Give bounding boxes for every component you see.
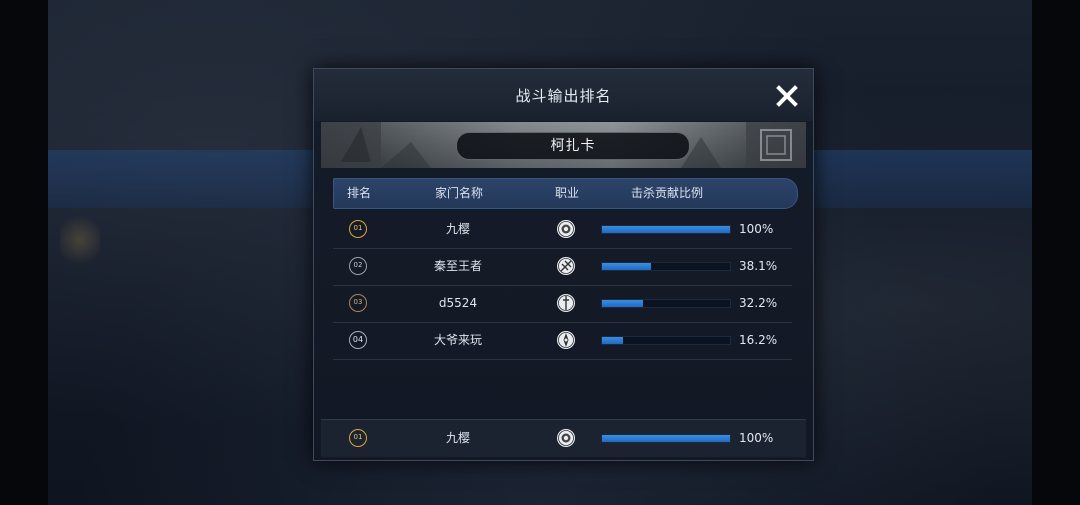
sword-emblem-icon: [557, 294, 575, 312]
contribution-bar-fill: [602, 300, 644, 307]
header-class: 职业: [554, 186, 579, 200]
battle-ranking-dialog: 战斗输出排名 柯扎卡 排名 家门名称 职业 击杀贡献比例 01 九樱 100% …: [313, 68, 814, 461]
contribution-bar: [601, 299, 731, 308]
header-family-name: 家门名称: [434, 186, 483, 200]
rank-badge: 01: [349, 220, 367, 238]
contribution-percent: 100%: [739, 431, 774, 445]
contribution-percent: 100%: [739, 222, 774, 236]
table-row: 03 d5524 32.2%: [333, 285, 792, 323]
rank-badge: 04: [349, 331, 367, 349]
contribution-bar: [601, 336, 731, 345]
right-letterbox: [1032, 0, 1080, 505]
contribution-percent: 32.2%: [739, 296, 778, 310]
contribution-bar-fill: [602, 226, 730, 233]
dialog-title-bar: 战斗输出排名: [314, 69, 813, 121]
contribution-percent: 16.2%: [739, 333, 778, 347]
family-name: d5524: [438, 296, 478, 310]
rank-badge: 02: [349, 257, 367, 275]
boss-name-label: 柯扎卡: [456, 132, 690, 160]
table-row: 02 秦至王者 38.1%: [333, 248, 792, 286]
contribution-bar: [601, 434, 731, 443]
family-name: 秦至王者: [433, 259, 482, 273]
compass-emblem-icon: [557, 331, 575, 349]
family-name: 九樱: [445, 431, 470, 445]
my-ranking-footer: 01 九樱 100%: [321, 419, 806, 457]
left-letterbox: [0, 0, 48, 505]
close-button[interactable]: [773, 82, 801, 110]
boss-banner: 柯扎卡: [321, 122, 806, 168]
table-row: 01 九樱 100%: [333, 211, 792, 249]
close-icon: [776, 85, 798, 107]
header-kill-contribution: 击杀贡献比例: [630, 186, 703, 200]
table-row: 04 大爷来玩 16.2%: [333, 322, 792, 360]
contribution-bar: [601, 225, 731, 234]
my-ranking-row: 01 九樱 100%: [333, 420, 792, 457]
rank-badge: 03: [349, 294, 367, 312]
family-name: 大爷来玩: [433, 333, 482, 347]
lion-crest-icon: [557, 220, 575, 238]
contribution-percent: 38.1%: [739, 259, 778, 273]
rank-badge: 01: [349, 429, 367, 447]
ranking-table-header: 排名 家门名称 职业 击杀贡献比例: [333, 178, 798, 209]
contribution-bar: [601, 262, 731, 271]
header-rank: 排名: [346, 186, 371, 200]
lion-crest-icon: [557, 429, 575, 447]
contribution-bar-fill: [602, 435, 730, 442]
background-torch-glow: [60, 210, 100, 270]
contribution-bar-fill: [602, 263, 651, 270]
contribution-bar-fill: [602, 337, 623, 344]
crossed-blades-icon: [557, 257, 575, 275]
family-name: 九樱: [445, 222, 470, 236]
dialog-title: 战斗输出排名: [515, 87, 612, 105]
